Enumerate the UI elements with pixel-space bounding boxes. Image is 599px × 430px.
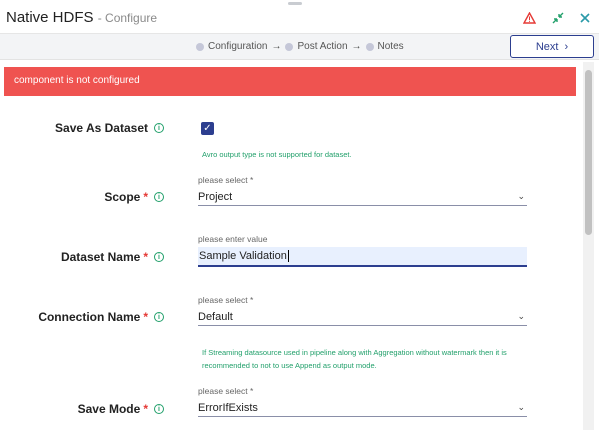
step-dot-icon [196,42,204,51]
scope-label: Scope * i [104,190,164,204]
step-dot-icon [365,42,374,51]
save-mode-label-text: Save Mode [77,402,141,416]
dialog-title: Native HDFS - Configure [6,9,157,26]
chevron-right-icon: › [564,40,569,53]
step-dot-icon [285,42,294,51]
save-as-dataset-note: Avro output type is not supported for da… [202,150,352,159]
dataset-name-label: Dataset Name * i [61,250,164,264]
save-mode-value: ErrorIfExists [198,401,258,414]
text-cursor [287,250,289,263]
connection-name-field: please select * Default ⌄ [198,295,527,326]
step-configuration[interactable]: Configuration [208,41,267,52]
connection-note-line2: recommended to not to use Append as outp… [202,361,377,370]
save-mode-hint: please select * [198,386,254,396]
connection-name-label-text: Connection Name [38,310,141,324]
save-as-dataset-label-text: Save As Dataset [55,121,148,135]
required-marker: * [143,310,148,324]
info-icon[interactable]: i [154,192,164,202]
arrow-right-icon: → [351,41,362,52]
step-post-action[interactable]: Post Action [297,41,347,52]
next-button[interactable]: Next › [510,35,594,58]
required-marker: * [143,250,148,264]
collapse-icon[interactable] [550,10,566,26]
dialog-header: Native HDFS - Configure [0,0,599,34]
scope-label-text: Scope [104,190,141,204]
info-icon[interactable]: i [154,404,164,414]
connection-name-value: Default [198,310,233,323]
connection-note-line1: If Streaming datasource used in pipeline… [202,348,507,357]
close-icon[interactable] [577,10,593,26]
title-text: Native HDFS [6,9,94,26]
dataset-name-value: Sample Validation [199,249,287,262]
info-icon[interactable]: i [154,312,164,322]
scope-field: please select * Project ⌄ [198,175,527,206]
drag-handle[interactable] [288,2,302,5]
title-subtitle: - Configure [97,11,158,25]
chevron-down-icon: ⌄ [517,402,525,412]
save-mode-label: Save Mode * i [78,402,164,416]
error-alert: component is not configured [4,67,576,96]
dataset-name-label-text: Dataset Name [60,250,141,264]
dataset-name-field: please enter value Sample Validation [198,234,527,267]
info-icon[interactable]: i [154,123,164,133]
alert-message: component is not configured [14,75,140,86]
required-marker: * [143,402,148,416]
checkmark-icon: ✓ [203,123,212,134]
arrow-right-icon: → [271,41,282,52]
save-mode-field: please select * ErrorIfExists ⌄ [198,386,527,417]
step-notes[interactable]: Notes [378,41,404,52]
step-list: Configuration → Post Action → Notes [196,41,404,52]
dataset-name-input[interactable]: Sample Validation [198,247,527,267]
save-as-dataset-label: Save As Dataset i [55,121,164,135]
save-mode-select[interactable]: ErrorIfExists ⌄ [198,399,527,417]
required-marker: * [143,190,148,204]
scope-value: Project [198,190,233,203]
chevron-down-icon: ⌄ [517,191,525,201]
save-as-dataset-checkbox[interactable]: ✓ [201,122,214,135]
warning-icon[interactable] [521,10,537,26]
scrollbar-thumb[interactable] [585,70,592,235]
scope-select[interactable]: Project ⌄ [198,188,527,206]
scope-hint: please select * [198,175,254,185]
connection-name-hint: please select * [198,295,254,305]
connection-name-select[interactable]: Default ⌄ [198,308,527,326]
next-button-label: Next [535,40,559,53]
info-icon[interactable]: i [154,252,164,262]
dataset-name-hint: please enter value [198,234,268,244]
connection-name-label: Connection Name * i [38,310,164,324]
chevron-down-icon: ⌄ [517,311,525,321]
